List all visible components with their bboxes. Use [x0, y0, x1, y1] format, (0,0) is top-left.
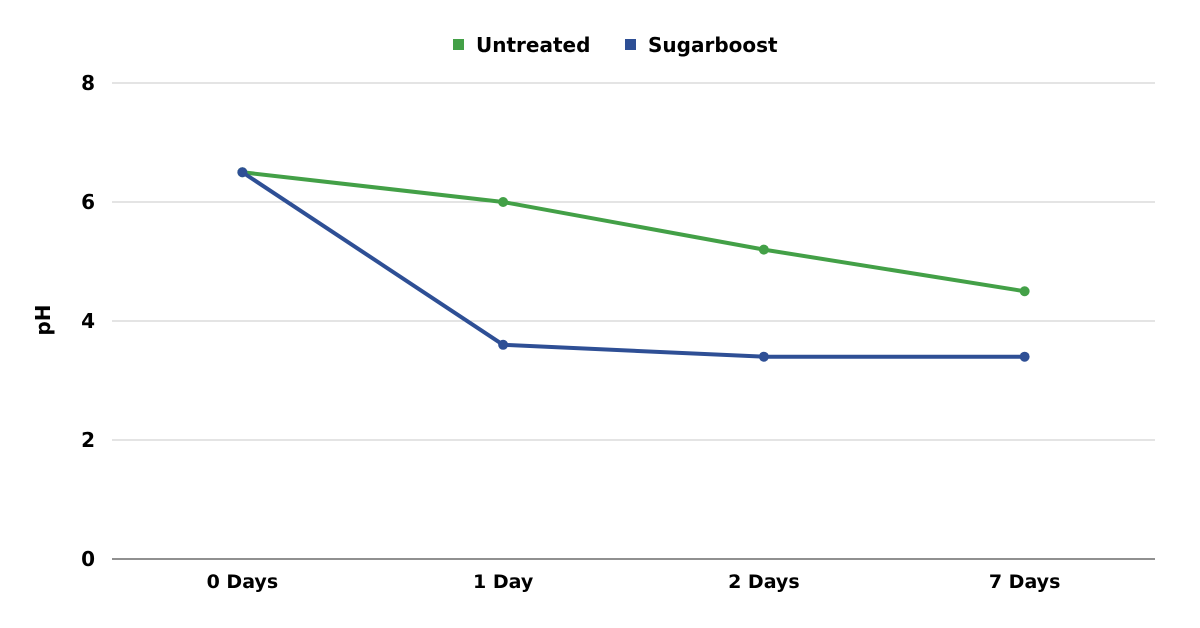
- gridlines: [112, 82, 1155, 441]
- series-lines: [237, 167, 1030, 362]
- data-point: [1019, 286, 1030, 297]
- legend-item-untreated: Untreated: [453, 33, 590, 57]
- legend-item-sugarboost: Sugarboost: [625, 33, 778, 57]
- y-tick-label: 4: [81, 309, 95, 333]
- x-tick-label: 1 Day: [473, 571, 534, 593]
- y-tick-label: 6: [81, 190, 95, 214]
- legend-swatch: [453, 39, 464, 50]
- data-point: [237, 167, 248, 178]
- data-point: [498, 339, 509, 350]
- y-tick-label: 0: [81, 547, 95, 571]
- series-line: [242, 170, 1025, 294]
- x-tick-label: 2 Days: [728, 571, 800, 593]
- x-tick-label: 0 Days: [207, 571, 279, 593]
- x-tick-label: 7 Days: [989, 571, 1061, 593]
- y-tick-label: 2: [81, 428, 95, 452]
- legend-label: Untreated: [476, 33, 590, 57]
- line-chart: 0 2 4 6 8 pH 0 Days 1 Day 2 Days 7 Days Untreat…: [31, 33, 1155, 593]
- series-untreated: [237, 167, 1030, 297]
- legend: Untreated Sugarboost: [453, 33, 778, 57]
- y-axis-label: pH: [31, 304, 55, 335]
- y-axis-ticks: 0 2 4 6 8: [81, 71, 95, 571]
- legend-swatch: [625, 39, 636, 50]
- legend-label: Sugarboost: [648, 33, 778, 57]
- y-tick-label: 8: [81, 71, 95, 95]
- data-point: [758, 244, 769, 255]
- data-point: [758, 351, 769, 362]
- x-axis-ticks: 0 Days 1 Day 2 Days 7 Days: [207, 571, 1061, 593]
- series-line: [241, 170, 1025, 359]
- data-point: [498, 197, 509, 207]
- data-point: [1019, 351, 1030, 362]
- series-sugarboost: [237, 167, 1030, 362]
